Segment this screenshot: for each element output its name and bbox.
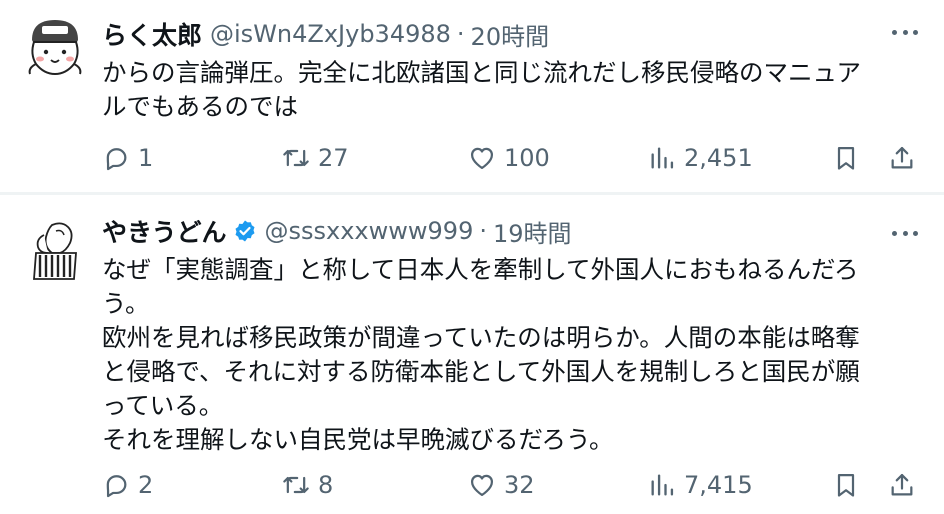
share-button[interactable] — [888, 465, 916, 505]
more-icon[interactable] — [892, 30, 918, 38]
reply-button[interactable]: 2 — [102, 465, 153, 505]
timestamp[interactable]: 19時間 — [493, 214, 572, 249]
views-count: 7,415 — [684, 471, 753, 499]
display-name[interactable]: やきうどん — [102, 213, 227, 249]
views-button[interactable]: 7,415 — [648, 465, 753, 505]
user-handle[interactable]: @sssxxxwww999 — [265, 217, 474, 245]
heart-icon — [470, 147, 494, 170]
views-icon — [651, 474, 674, 496]
views-icon — [651, 147, 674, 169]
retweet-button[interactable]: 27 — [282, 138, 349, 178]
avatar[interactable] — [22, 14, 88, 80]
views-count: 2,451 — [684, 144, 753, 172]
tweet-text-line: からの言論弾圧。完全に北欧諸国と同じ流れだし移民侵略のマニュア — [102, 58, 862, 87]
user-handle[interactable]: @isWn4ZxJyb34988 — [210, 20, 451, 48]
bookmark-icon — [837, 146, 855, 170]
tweet-text-line: なぜ「実態調査」と称して日本人を牽制して外国人におもねるんだろ — [102, 255, 859, 284]
share-icon — [891, 473, 913, 496]
tweet-text-line: う。 — [102, 289, 150, 318]
display-name[interactable]: らく太郎 — [102, 16, 202, 52]
reply-button[interactable]: 1 — [102, 138, 153, 178]
views-button[interactable]: 2,451 — [648, 138, 753, 178]
separator-dot: · — [456, 20, 465, 48]
tweet-text: なぜ「実態調査」と称して日本人を牽制して外国人におもねるんだろ う。 欧州を見れ… — [102, 253, 924, 457]
bookmark-icon — [837, 473, 855, 497]
tweet-actions: 1 27 100 2,451 — [102, 138, 922, 178]
like-count: 100 — [504, 144, 550, 172]
tweet[interactable]: らく太郎 @isWn4ZxJyb34988 · 20時間 からの言論弾圧。完全に… — [0, 0, 944, 193]
tweet-header: やきうどん @sssxxxwww999 · 19時間 — [102, 213, 572, 249]
tweet-text-line: ルでもあるのでは — [102, 92, 298, 121]
reply-icon — [106, 475, 127, 498]
tweet-text: からの言論弾圧。完全に北欧諸国と同じ流れだし移民侵略のマニュア ルでもあるのでは — [102, 56, 924, 124]
retweet-button[interactable]: 8 — [282, 465, 333, 505]
tweet-actions: 2 8 32 7,415 — [102, 465, 922, 505]
tweet-text-line: 欧州を見れば移民政策が間違っていたのは明らか。人間の本能は略奪 — [102, 323, 860, 352]
separator-dot: · — [479, 217, 487, 245]
timestamp[interactable]: 20時間 — [471, 17, 550, 52]
retweet-icon — [283, 476, 309, 494]
tweet-header: らく太郎 @isWn4ZxJyb34988 · 20時間 — [102, 16, 549, 52]
like-count: 32 — [504, 471, 535, 499]
avatar-illustration-icon — [33, 222, 77, 280]
retweet-count: 8 — [318, 471, 334, 499]
verified-badge-icon — [233, 219, 257, 243]
more-icon[interactable] — [892, 231, 918, 239]
heart-icon — [470, 474, 494, 497]
reply-count: 2 — [138, 471, 154, 499]
bookmark-button[interactable] — [832, 138, 860, 178]
tweet[interactable]: やきうどん @sssxxxwww999 · 19時間 なぜ「実態調査」と称して日… — [0, 195, 944, 514]
share-button[interactable] — [888, 138, 916, 178]
reply-count: 1 — [138, 144, 154, 172]
reply-icon — [106, 148, 127, 171]
tweet-text-line: っている。 — [102, 391, 224, 420]
share-icon — [891, 146, 913, 169]
tweet-text-line: と侵略で、それに対する防衛本能として外国人を規制しろと国民が願 — [102, 357, 860, 386]
tweet-text-line: それを理解しない自民党は早晩滅びるだろう。 — [102, 425, 614, 454]
avatar[interactable] — [22, 217, 88, 283]
avatar-illustration-icon — [28, 20, 82, 76]
retweet-count: 27 — [318, 144, 349, 172]
bookmark-button[interactable] — [832, 465, 860, 505]
like-button[interactable]: 32 — [468, 465, 535, 505]
retweet-icon — [283, 149, 309, 167]
like-button[interactable]: 100 — [468, 138, 550, 178]
